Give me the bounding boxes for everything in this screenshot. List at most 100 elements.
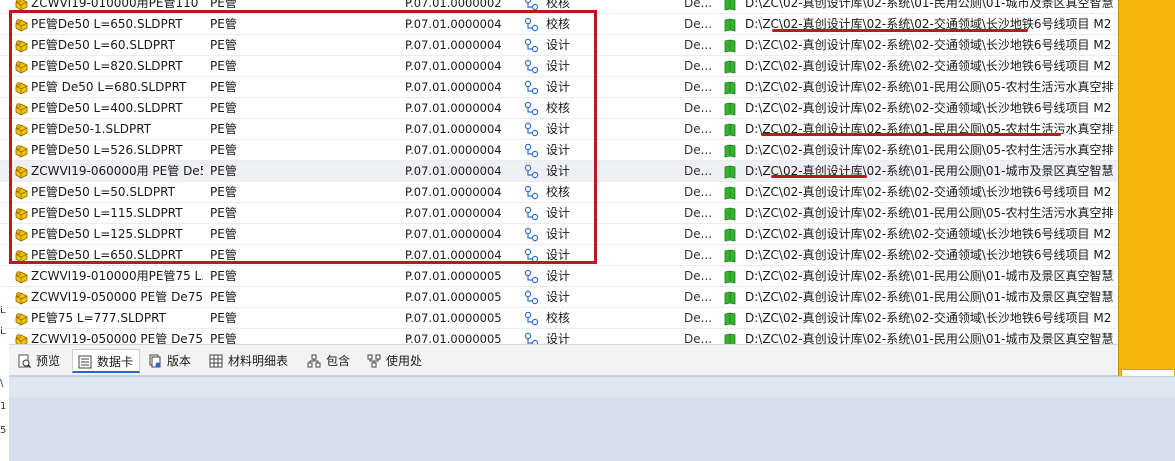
part-icon: [15, 229, 28, 242]
workflow-state-icon: [524, 185, 539, 200]
file-path: D:\ZC\02-真创设计库\02-系统\01-民用公厕\05-农村生活污水真空…: [745, 143, 1114, 157]
workflow-state-icon: [524, 143, 539, 158]
table-row[interactable]: PE管De50 L=820.SLDPRT PE管 P.07.01.0000004 设计…: [0, 56, 1120, 77]
part-icon: [15, 124, 28, 137]
book-icon: [724, 165, 736, 179]
part-icon: [15, 208, 28, 221]
workflow-state: 设计: [546, 59, 571, 73]
description-cell: De...: [684, 269, 713, 283]
part-icon: [15, 292, 28, 305]
description-cell: De...: [684, 185, 713, 199]
file-name: ZCWVI19-050000 PE管 De75 L...: [31, 290, 203, 304]
tab-contains[interactable]: 包含: [302, 349, 360, 373]
table-row[interactable]: PE管De50 L=650.SLDPRT PE管 P.07.01.0000004 设计…: [0, 245, 1120, 266]
book-icon: [724, 144, 736, 158]
workflow-state-icon: [524, 17, 539, 32]
workflow-state-icon: [524, 80, 539, 95]
file-type: PE管: [210, 164, 237, 178]
file-type: PE管: [210, 143, 237, 157]
file-type: PE管: [210, 101, 237, 115]
book-icon: [724, 333, 736, 344]
table-row[interactable]: PE管De50-1.SLDPRT PE管 P.07.01.0000004 设计 De..…: [0, 119, 1120, 140]
part-icon: [15, 82, 28, 95]
file-type: PE管: [210, 80, 237, 94]
workflow-state-icon: [524, 164, 539, 179]
version-icon: [149, 354, 161, 368]
table-row[interactable]: PE管De50 L=60.SLDPRT PE管 P.07.01.0000004 设计 D…: [0, 35, 1120, 56]
table-row[interactable]: PE管De50 L=400.SLDPRT PE管 P.07.01.0000004 校核…: [0, 98, 1120, 119]
bottom-tab-bar: 预览 数据卡 版本 材料明细表 包含 使用处: [9, 344, 1118, 376]
part-number: P.07.01.0000004: [405, 122, 502, 136]
tab-preview[interactable]: 预览: [12, 349, 70, 373]
tab-label: 预览: [36, 354, 61, 368]
file-path: D:\ZC\02-真创设计库\02-系统\02-交通领域\长沙地铁6号线项目 M…: [745, 185, 1112, 199]
book-icon: [724, 123, 736, 137]
file-name: ZCWVI19-050000 PE管 De75 L...: [31, 332, 203, 344]
workflow-state-icon: [524, 290, 539, 305]
tab-datacard[interactable]: 数据卡: [72, 349, 140, 373]
file-type: PE管: [210, 38, 237, 52]
file-name: PE管De50 L=650.SLDPRT: [31, 17, 183, 31]
file-path: D:\ZC\02-真创设计库\02-系统\01-民用公厕\01-城市及景区真空智…: [745, 269, 1114, 283]
workflow-state: 设计: [546, 206, 571, 220]
file-type: PE管: [210, 0, 237, 10]
file-path: D:\ZC\02-真创设计库\02-系统\02-交通领域\长沙地铁6号线项目 M…: [745, 248, 1112, 262]
tab-where-used[interactable]: 使用处: [362, 349, 436, 373]
table-row[interactable]: PE管75 L=777.SLDPRT PE管 P.07.01.0000005 校核 De…: [0, 308, 1120, 329]
book-icon: [724, 291, 736, 305]
part-number: P.07.01.0000004: [405, 206, 502, 220]
part-number: P.07.01.0000004: [405, 80, 502, 94]
workflow-state: 设计: [546, 248, 571, 262]
table-row[interactable]: PE管De50 L=125.SLDPRT PE管 P.07.01.0000004 设计…: [0, 224, 1120, 245]
tab-version[interactable]: 版本: [143, 349, 201, 373]
part-number: P.07.01.0000004: [405, 38, 502, 52]
file-name: PE管De50 L=125.SLDPRT: [31, 227, 183, 241]
part-number: P.07.01.0000004: [405, 59, 502, 73]
workflow-state-icon: [524, 332, 539, 344]
book-icon: [724, 270, 736, 284]
red-underline: [761, 133, 1061, 136]
part-icon: [15, 250, 28, 263]
workflow-state: 校核: [546, 0, 571, 10]
file-name: PE管De50 L=50.SLDPRT: [31, 185, 175, 199]
workflow-state-icon: [524, 101, 539, 116]
contains-icon: [307, 354, 321, 368]
file-path: D:\ZC\02-真创设计库\02-系统\02-交通领域\长沙地铁6号线项目 M…: [745, 311, 1112, 325]
workflow-state-icon: [524, 311, 539, 326]
file-name: PE管 De50 L=680.SLDPRT: [31, 80, 187, 94]
workflow-state: 设计: [546, 143, 571, 157]
file-path: D:\ZC\02-真创设计库\02-系统\02-交通领域\长沙地铁6号线项目 M…: [745, 59, 1112, 73]
table-row[interactable]: ZCWVI19-050000 PE管 De75 L... PE管 P.07.01.0…: [0, 287, 1120, 308]
workflow-state-icon: [524, 206, 539, 221]
where-used-icon: [367, 354, 381, 368]
tab-bom[interactable]: 材料明细表: [204, 349, 296, 373]
file-type: PE管: [210, 227, 237, 241]
description-cell: De...: [684, 332, 713, 344]
part-icon: [15, 313, 28, 326]
part-number: P.07.01.0000004: [405, 164, 502, 178]
part-number: P.07.01.0000002: [405, 0, 502, 10]
description-cell: De...: [684, 0, 713, 10]
book-icon: [724, 60, 736, 74]
table-row[interactable]: ZCWVI19-010000用PE管110 L... PE管 P.07.01.000…: [0, 0, 1120, 14]
book-icon: [724, 0, 736, 11]
table-row[interactable]: PE管De50 L=526.SLDPRT PE管 P.07.01.0000004 设计…: [0, 140, 1120, 161]
tab-label: 版本: [167, 354, 192, 368]
table-row[interactable]: PE管De50 L=115.SLDPRT PE管 P.07.01.0000004 设计…: [0, 203, 1120, 224]
book-icon: [724, 228, 736, 242]
workflow-state: 校核: [546, 311, 571, 325]
table-row[interactable]: ZCWVI19-010000用PE管75 L... PE管 P.07.01.0000…: [0, 266, 1120, 287]
workflow-state: 设计: [546, 269, 571, 283]
workflow-state: 设计: [546, 164, 571, 178]
table-row[interactable]: PE管De50 L=50.SLDPRT PE管 P.07.01.0000004 校核 D…: [0, 182, 1120, 203]
table-row[interactable]: PE管 De50 L=680.SLDPRT PE管 P.07.01.0000004 设…: [0, 77, 1120, 98]
table-row[interactable]: ZCWVI19-050000 PE管 De75 L... PE管 P.07.01.0…: [0, 329, 1120, 344]
description-cell: De...: [684, 38, 713, 52]
file-path: D:\ZC\02-真创设计库\02-系统\01-民用公厕\01-城市及景区真空智…: [745, 332, 1114, 344]
file-name: ZCWVI19-010000用PE管110 L...: [31, 0, 203, 10]
table-row[interactable]: ZCWVI19-060000用 PE管 De50... PE管 P.07.01.00…: [0, 161, 1120, 182]
file-type: PE管: [210, 248, 237, 262]
workflow-state-icon: [524, 227, 539, 242]
part-number: P.07.01.0000004: [405, 248, 502, 262]
part-icon: [15, 0, 28, 11]
